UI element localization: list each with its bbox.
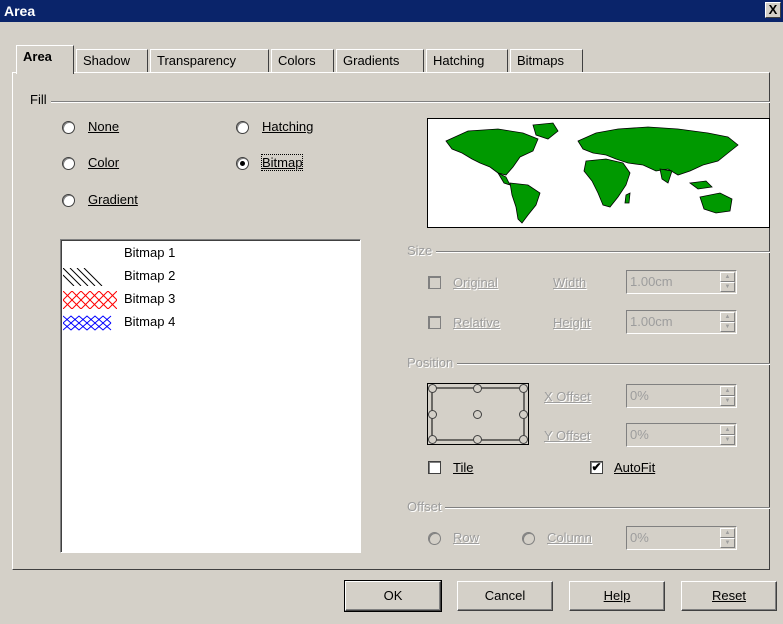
fill-preview — [427, 118, 770, 228]
tab-bitmaps[interactable]: Bitmaps — [510, 49, 583, 73]
tab-hatching[interactable]: Hatching — [426, 49, 508, 73]
position-group-line — [407, 363, 770, 365]
fill-group-label: Fill — [30, 92, 51, 107]
original-label: Original — [453, 275, 498, 290]
tile-checkbox[interactable] — [428, 461, 441, 474]
height-spinbox[interactable]: 1.00cm ▲ ▼ — [626, 310, 737, 334]
bitmap-2-swatch — [63, 268, 103, 286]
world-map-image — [445, 122, 739, 224]
spin-up-icon[interactable]: ▲ — [720, 312, 735, 322]
y-offset-label: Y Offset — [544, 428, 591, 443]
radio-column[interactable] — [522, 532, 535, 545]
position-point[interactable] — [519, 410, 528, 419]
position-point[interactable] — [428, 384, 437, 393]
spin-down-icon[interactable]: ▼ — [720, 322, 735, 332]
tab-colors[interactable]: Colors — [271, 49, 334, 73]
radio-bitmap-selected-dot — [240, 161, 245, 166]
radio-gradient-label: Gradient — [88, 192, 138, 207]
relative-label: Relative — [453, 315, 500, 330]
window-title: Area — [4, 3, 36, 19]
spin-up-icon[interactable]: ▲ — [720, 528, 735, 538]
ok-button[interactable]: OK — [344, 580, 442, 612]
original-checkbox[interactable] — [428, 276, 441, 289]
radio-row[interactable] — [428, 532, 441, 545]
y-offset-value: 0% — [630, 427, 649, 442]
spin-up-icon[interactable]: ▲ — [720, 386, 735, 396]
radio-none-label: None — [88, 119, 120, 134]
height-label: Height — [553, 315, 591, 330]
close-button[interactable]: X — [765, 2, 781, 18]
autofit-checkbox[interactable]: ✔ — [590, 461, 603, 474]
cancel-button[interactable]: Cancel — [457, 581, 553, 611]
spin-down-icon[interactable]: ▼ — [720, 396, 735, 406]
spin-up-icon[interactable]: ▲ — [720, 272, 735, 282]
position-point[interactable] — [519, 435, 528, 444]
spin-down-icon[interactable]: ▼ — [720, 435, 735, 445]
help-button[interactable]: Help — [569, 581, 665, 611]
list-item[interactable]: Bitmap 1 — [124, 245, 175, 260]
width-label: Width — [553, 275, 587, 290]
position-point[interactable] — [428, 410, 437, 419]
bitmap-1-swatch — [63, 244, 117, 262]
bitmap-4-swatch — [63, 315, 112, 331]
offset-group-label: Offset — [407, 499, 446, 514]
offset-group-line — [407, 507, 770, 509]
x-offset-value: 0% — [630, 388, 649, 403]
title-bar: Area X — [0, 0, 783, 22]
width-spinbox[interactable]: 1.00cm ▲ ▼ — [626, 270, 737, 294]
radio-hatching[interactable] — [236, 121, 249, 134]
fill-group-line — [30, 101, 770, 103]
relative-checkbox[interactable] — [428, 316, 441, 329]
row-label: Row — [453, 530, 480, 545]
height-value: 1.00cm — [630, 314, 673, 329]
spin-up-icon[interactable]: ▲ — [720, 425, 735, 435]
bitmap-3-swatch — [63, 291, 117, 309]
list-item[interactable]: Bitmap 2 — [124, 268, 175, 283]
check-icon: ✔ — [591, 460, 602, 474]
spin-down-icon[interactable]: ▼ — [720, 282, 735, 292]
x-offset-label: X Offset — [544, 389, 591, 404]
radio-color-label: Color — [88, 155, 120, 170]
radio-gradient[interactable] — [62, 194, 75, 207]
radio-color[interactable] — [62, 157, 75, 170]
x-offset-spinbox[interactable]: 0% ▲ ▼ — [626, 384, 737, 408]
autofit-label: AutoFit — [614, 460, 656, 475]
tile-label: Tile — [453, 460, 474, 475]
tab-gradients[interactable]: Gradients — [336, 49, 424, 73]
offset-spinbox[interactable]: 0% ▲ ▼ — [626, 526, 737, 550]
width-value: 1.00cm — [630, 274, 673, 289]
position-point[interactable] — [473, 410, 482, 419]
offset-value: 0% — [630, 530, 649, 545]
tab-shadow[interactable]: Shadow — [76, 49, 148, 73]
position-point[interactable] — [428, 435, 437, 444]
list-item[interactable]: Bitmap 4 — [124, 314, 175, 329]
spin-down-icon[interactable]: ▼ — [720, 538, 735, 548]
radio-none[interactable] — [62, 121, 75, 134]
position-point[interactable] — [519, 384, 528, 393]
size-group-line — [407, 251, 770, 253]
tab-area[interactable]: Area — [16, 45, 74, 74]
tab-transparency[interactable]: Transparency — [150, 49, 269, 73]
size-group-label: Size — [407, 243, 437, 258]
column-label: Column — [547, 530, 592, 545]
list-item[interactable]: Bitmap 3 — [124, 291, 175, 306]
position-group-label: Position — [407, 355, 458, 370]
radio-bitmap-label: Bitmap — [260, 154, 304, 171]
y-offset-spinbox[interactable]: 0% ▲ ▼ — [626, 423, 737, 447]
bitmap-list[interactable]: Bitmap 1 Bitmap 2 Bitmap 3 Bitmap 4 — [60, 239, 361, 553]
position-point[interactable] — [473, 435, 482, 444]
radio-bitmap[interactable] — [236, 157, 249, 170]
radio-hatching-label: Hatching — [262, 119, 314, 134]
reset-button[interactable]: Reset — [681, 581, 777, 611]
position-point[interactable] — [473, 384, 482, 393]
position-grid[interactable] — [427, 383, 529, 445]
